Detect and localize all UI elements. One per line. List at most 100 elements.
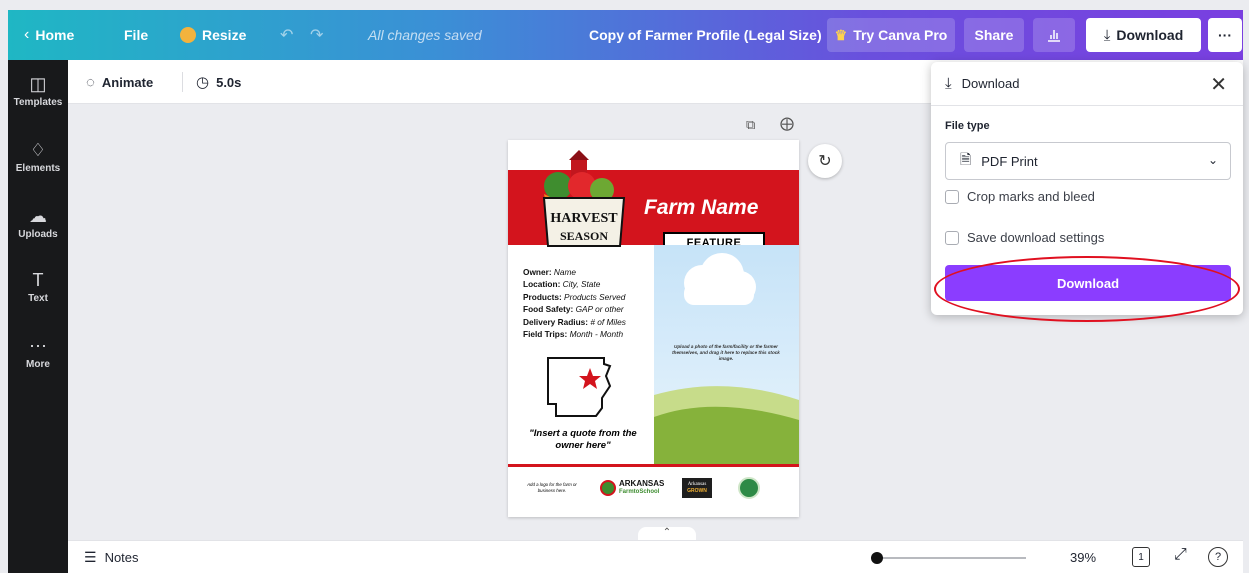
sidebar-item-uploads[interactable]: ☁ Uploads — [8, 206, 68, 240]
expand-pages-button[interactable]: ⌃ — [638, 527, 696, 541]
sidebar-item-more[interactable]: ⋯ More — [8, 336, 68, 370]
logo-grown-bottom-text: GROWN — [687, 488, 707, 494]
page-number: 1 — [1138, 551, 1144, 563]
logo-harvest-text: HARVEST — [550, 211, 618, 226]
sidebar-item-label: Elements — [15, 163, 61, 174]
more-icon: ⋯ — [29, 336, 47, 356]
footer-divider — [508, 464, 799, 467]
uploads-icon: ☁ — [29, 206, 47, 226]
checkbox-box[interactable] — [945, 189, 959, 204]
apple-icon — [600, 480, 616, 496]
detail-value: Name — [553, 267, 577, 277]
sidebar-item-label: Templates — [13, 97, 63, 108]
redo-button[interactable]: ↷ — [310, 10, 323, 60]
chevron-left-icon: ‹ — [24, 26, 30, 43]
file-label: File — [124, 27, 149, 43]
zoom-slider-handle[interactable] — [871, 552, 883, 564]
download-icon: ⤓ — [945, 75, 952, 92]
logo-text-stack: ARKANSAS FarmtoSchool — [619, 480, 664, 496]
notes-button[interactable]: ☰ Notes — [84, 549, 139, 566]
detail-key: Owner: — [523, 267, 552, 277]
save-status-text: All changes saved — [368, 27, 482, 43]
duration-label: 5.0s — [216, 74, 242, 90]
detail-value: Month - Month — [569, 329, 624, 340]
farm-details-list[interactable]: Owner: Name Location: City, State Produc… — [523, 266, 626, 340]
detail-row: Location: City, State — [523, 278, 626, 290]
animate-label: Animate — [101, 74, 154, 90]
detail-row: Owner: Name — [523, 266, 626, 278]
farm-to-school-logo: ARKANSAS FarmtoSchool — [600, 480, 664, 496]
crop-marks-label: Crop marks and bleed — [967, 189, 1095, 204]
animate-button[interactable]: ◌ Animate — [86, 60, 153, 104]
logo-arkansas-text: ARKANSAS — [619, 479, 665, 488]
resize-button[interactable]: Resize — [180, 10, 246, 60]
download-panel-header: ⤓ Download — [931, 62, 1243, 106]
undo-button[interactable]: ↶ — [280, 10, 293, 60]
help-icon[interactable]: ? — [1208, 547, 1228, 567]
sidebar-item-templates[interactable]: ◫ Templates — [8, 74, 68, 108]
duplicate-page-icon[interactable]: ⧉ — [746, 117, 755, 133]
logo-season-text: SEASON — [560, 229, 608, 243]
sidebar-item-elements[interactable]: ♢ Elements — [8, 140, 68, 174]
sidebar-item-text[interactable]: T Text — [8, 270, 68, 304]
harvest-season-logo: HARVEST SEASON — [542, 150, 626, 247]
sidebar-item-label: Text — [28, 293, 48, 304]
elements-icon: ♢ — [29, 140, 47, 160]
close-icon[interactable]: ✕ — [1210, 72, 1227, 97]
refresh-comment-button[interactable]: ↻ — [808, 144, 842, 178]
checkbox-box[interactable] — [945, 230, 959, 245]
file-type-value: PDF Print — [981, 153, 1038, 169]
logo-f2s-text: FarmtoSchool — [619, 489, 660, 495]
duration-button[interactable]: ◷ 5.0s — [196, 60, 241, 104]
fullscreen-icon[interactable]: ⤢ — [1174, 546, 1187, 564]
detail-value: Products Served — [564, 291, 626, 302]
toolbar-divider — [182, 72, 183, 92]
text-icon: T — [32, 270, 44, 290]
canva-editor: ‹ Home File Resize ↶ ↷ All changes saved… — [0, 0, 1249, 573]
zoom-level[interactable]: 39% — [1070, 550, 1096, 565]
arkansas-map-icon — [547, 357, 612, 417]
download-panel-title: Download — [961, 76, 1020, 91]
document-title[interactable]: Copy of Farmer Profile (Legal Size) — [589, 10, 822, 60]
notes-label: Notes — [104, 550, 139, 565]
detail-row: Products: Products Served — [523, 291, 626, 303]
logo-grown-top-text: Arkansas — [687, 482, 707, 487]
sidebar-item-label: Uploads — [18, 229, 58, 240]
try-pro-button[interactable]: ♛ Try Canva Pro — [827, 18, 955, 52]
insights-button[interactable] — [1033, 18, 1075, 52]
save-settings-checkbox[interactable]: Save download settings — [945, 230, 1104, 245]
bottom-bar: ☰ Notes 39% 1 ⤢ ? — [68, 540, 1243, 573]
page-count-button[interactable]: 1 — [1132, 547, 1150, 567]
clock-icon: ◷ — [196, 74, 210, 91]
home-button[interactable]: ‹ Home — [24, 10, 74, 60]
photo-hint-text: Upload a photo of the farm/facility or t… — [672, 344, 780, 361]
redo-icon: ↷ — [310, 27, 324, 44]
resize-label: Resize — [202, 27, 247, 43]
farm-name-heading[interactable]: Farm Name — [644, 196, 758, 220]
file-menu[interactable]: File — [124, 10, 148, 60]
file-type-select[interactable]: 🗎 PDF Print ⌄ — [945, 142, 1231, 180]
crown-icon — [180, 27, 196, 43]
detail-value: # of Miles — [590, 316, 626, 327]
zoom-slider[interactable] — [871, 552, 1026, 564]
top-bar: ‹ Home File Resize ↶ ↷ All changes saved… — [8, 10, 1243, 60]
add-page-icon[interactable]: ⨁ — [780, 115, 794, 132]
detail-key: Location: — [523, 279, 561, 290]
more-icon: ··· — [1218, 27, 1232, 43]
owner-quote[interactable]: "Insert a quote from the owner here" — [518, 428, 648, 452]
sidebar-item-label: More — [26, 359, 50, 370]
notes-icon: ☰ — [84, 549, 97, 565]
crop-marks-checkbox[interactable]: Crop marks and bleed — [945, 189, 1095, 204]
undo-icon: ↶ — [280, 27, 294, 44]
more-options-button[interactable]: ··· — [1208, 18, 1242, 52]
save-status: All changes saved — [368, 10, 482, 60]
save-settings-label: Save download settings — [967, 230, 1105, 245]
document-title-text: Copy of Farmer Profile (Legal Size) — [589, 27, 822, 43]
design-page[interactable]: HARVEST SEASON Farm Name FEATURE Upload … — [508, 140, 799, 517]
detail-row: Food Safety: GAP or other — [523, 303, 626, 315]
detail-row: Delivery Radius: # of Miles — [523, 316, 626, 328]
detail-value: GAP or other — [575, 304, 624, 315]
download-button[interactable]: ⤓ Download — [1086, 18, 1201, 52]
detail-value: City, State — [562, 279, 601, 290]
share-button[interactable]: Share — [964, 18, 1024, 52]
